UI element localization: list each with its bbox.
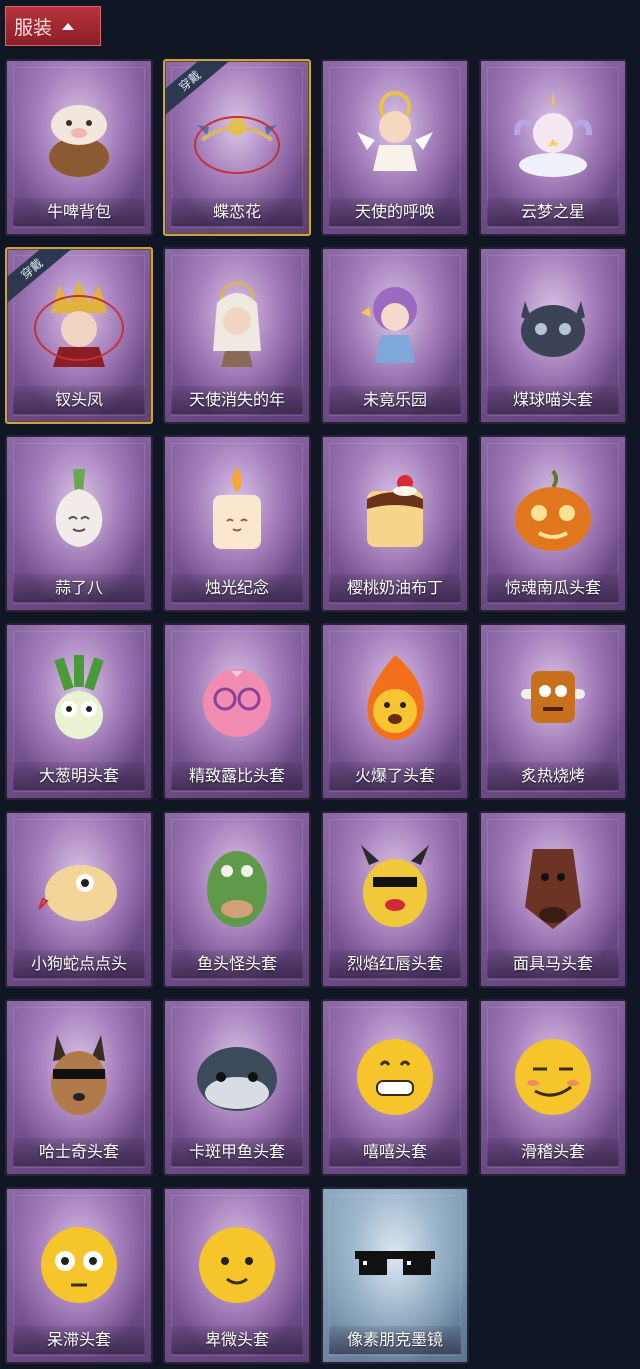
costume-label: 烛光纪念 xyxy=(171,574,303,602)
costume-label: 蒜了八 xyxy=(13,574,145,602)
butterfly-headpiece-icon xyxy=(194,116,280,174)
costume-label: 炙热烧烤 xyxy=(487,762,619,790)
costume-card[interactable]: 呆滞头套 xyxy=(5,1187,153,1364)
green-onion-icon xyxy=(54,655,104,739)
costume-label: 像素朋克墨镜 xyxy=(329,1326,461,1354)
horse-head-icon xyxy=(525,849,581,929)
pikachu-lips-icon xyxy=(361,845,429,927)
costume-label: 哈士奇头套 xyxy=(13,1138,145,1166)
costume-label: 鱼头怪头套 xyxy=(171,950,303,978)
smirk-emoji-icon xyxy=(515,1039,591,1115)
costume-label: 蝶恋花 xyxy=(171,198,303,226)
pumpkin-head-icon xyxy=(515,469,591,551)
costume-label: 煤球喵头套 xyxy=(487,386,619,414)
costume-label: 大葱明头套 xyxy=(13,762,145,790)
stunned-emoji-icon xyxy=(41,1227,117,1303)
category-title: 服装 xyxy=(14,16,53,39)
angel-icon xyxy=(357,91,433,171)
chevron-up-icon xyxy=(62,22,75,30)
costume-category-tab[interactable]: 服装 xyxy=(5,6,101,46)
costume-card[interactable]: 煤球喵头套 xyxy=(479,247,627,424)
roast-meat-icon xyxy=(521,671,585,723)
pink-beaver-icon xyxy=(203,669,271,737)
costume-label: 樱桃奶油布丁 xyxy=(329,574,461,602)
costume-label: 天使的呼唤 xyxy=(329,198,461,226)
humble-emoji-icon xyxy=(199,1227,275,1303)
costume-card[interactable]: 精致露比头套 xyxy=(163,623,311,800)
costume-label: 滑稽头套 xyxy=(487,1138,619,1166)
costume-card[interactable]: 惊魂南瓜头套 xyxy=(479,435,627,612)
costume-card[interactable]: 哈士奇头套 xyxy=(5,999,153,1176)
costume-label: 烈焰红唇头套 xyxy=(329,950,461,978)
costume-label: 卡斑甲鱼头套 xyxy=(171,1138,303,1166)
costume-label: 钗头凤 xyxy=(13,386,145,414)
costume-card[interactable]: 嘻嘻头套 xyxy=(321,999,469,1176)
costume-card[interactable]: 未竟乐园 xyxy=(321,247,469,424)
costume-label: 精致露比头套 xyxy=(171,762,303,790)
costume-card[interactable]: 云梦之星 xyxy=(479,59,627,236)
grin-emoji-icon xyxy=(357,1039,433,1115)
costume-label: 天使消失的年 xyxy=(171,386,303,414)
costume-card[interactable]: 面具马头套 xyxy=(479,811,627,988)
costume-label: 卑微头套 xyxy=(171,1326,303,1354)
costume-card[interactable]: 牛啤背包 xyxy=(5,59,153,236)
costume-card[interactable]: 烈焰红唇头套 xyxy=(321,811,469,988)
costume-card[interactable]: 卑微头套 xyxy=(163,1187,311,1364)
black-cat-head-icon xyxy=(521,301,585,357)
costume-card[interactable]: 炙热烧烤 xyxy=(479,623,627,800)
costume-label: 惊魂南瓜头套 xyxy=(487,574,619,602)
fish-head-icon xyxy=(207,851,267,927)
unicorn-cloud-icon xyxy=(514,91,592,177)
costume-card[interactable]: 像素朋克墨镜 xyxy=(321,1187,469,1364)
costume-card[interactable]: 穿戴 钗头凤 xyxy=(5,247,153,424)
garlic-icon xyxy=(55,469,103,547)
costume-card[interactable]: 火爆了头套 xyxy=(321,623,469,800)
costume-card[interactable]: 鱼头怪头套 xyxy=(163,811,311,988)
costume-card[interactable]: 大葱明头套 xyxy=(5,623,153,800)
cow-backpack-icon xyxy=(49,105,109,177)
costume-label: 牛啤背包 xyxy=(13,198,145,226)
costume-card[interactable]: 天使的呼唤 xyxy=(321,59,469,236)
costume-card[interactable]: 樱桃奶油布丁 xyxy=(321,435,469,612)
fairy-girl-icon xyxy=(361,287,417,363)
costume-card[interactable]: 穿戴 蝶恋花 xyxy=(163,59,311,236)
costume-card[interactable]: 烛光纪念 xyxy=(163,435,311,612)
costume-label: 嘻嘻头套 xyxy=(329,1138,461,1166)
costume-label: 面具马头套 xyxy=(487,950,619,978)
costume-label: 呆滞头套 xyxy=(13,1326,145,1354)
fireball-icon xyxy=(367,655,424,740)
snake-head-icon xyxy=(38,865,117,921)
pudding-icon xyxy=(367,475,423,547)
costume-label: 小狗蛇点点头 xyxy=(13,950,145,978)
costume-card[interactable]: 天使消失的年 xyxy=(163,247,311,424)
pixel-sunglasses-icon xyxy=(355,1251,435,1275)
costume-label: 火爆了头套 xyxy=(329,762,461,790)
candle-icon xyxy=(213,467,261,549)
phoenix-crown-icon xyxy=(34,281,124,367)
costume-card[interactable]: 小狗蛇点点头 xyxy=(5,811,153,988)
costume-card[interactable]: 滑稽头套 xyxy=(479,999,627,1176)
turtle-head-icon xyxy=(197,1047,277,1111)
costume-card[interactable]: 蒜了八 xyxy=(5,435,153,612)
husky-head-icon xyxy=(51,1035,107,1115)
costume-label: 云梦之星 xyxy=(487,198,619,226)
veiled-angel-icon xyxy=(213,281,261,367)
costume-card[interactable]: 卡斑甲鱼头套 xyxy=(163,999,311,1176)
costume-label: 未竟乐园 xyxy=(329,386,461,414)
